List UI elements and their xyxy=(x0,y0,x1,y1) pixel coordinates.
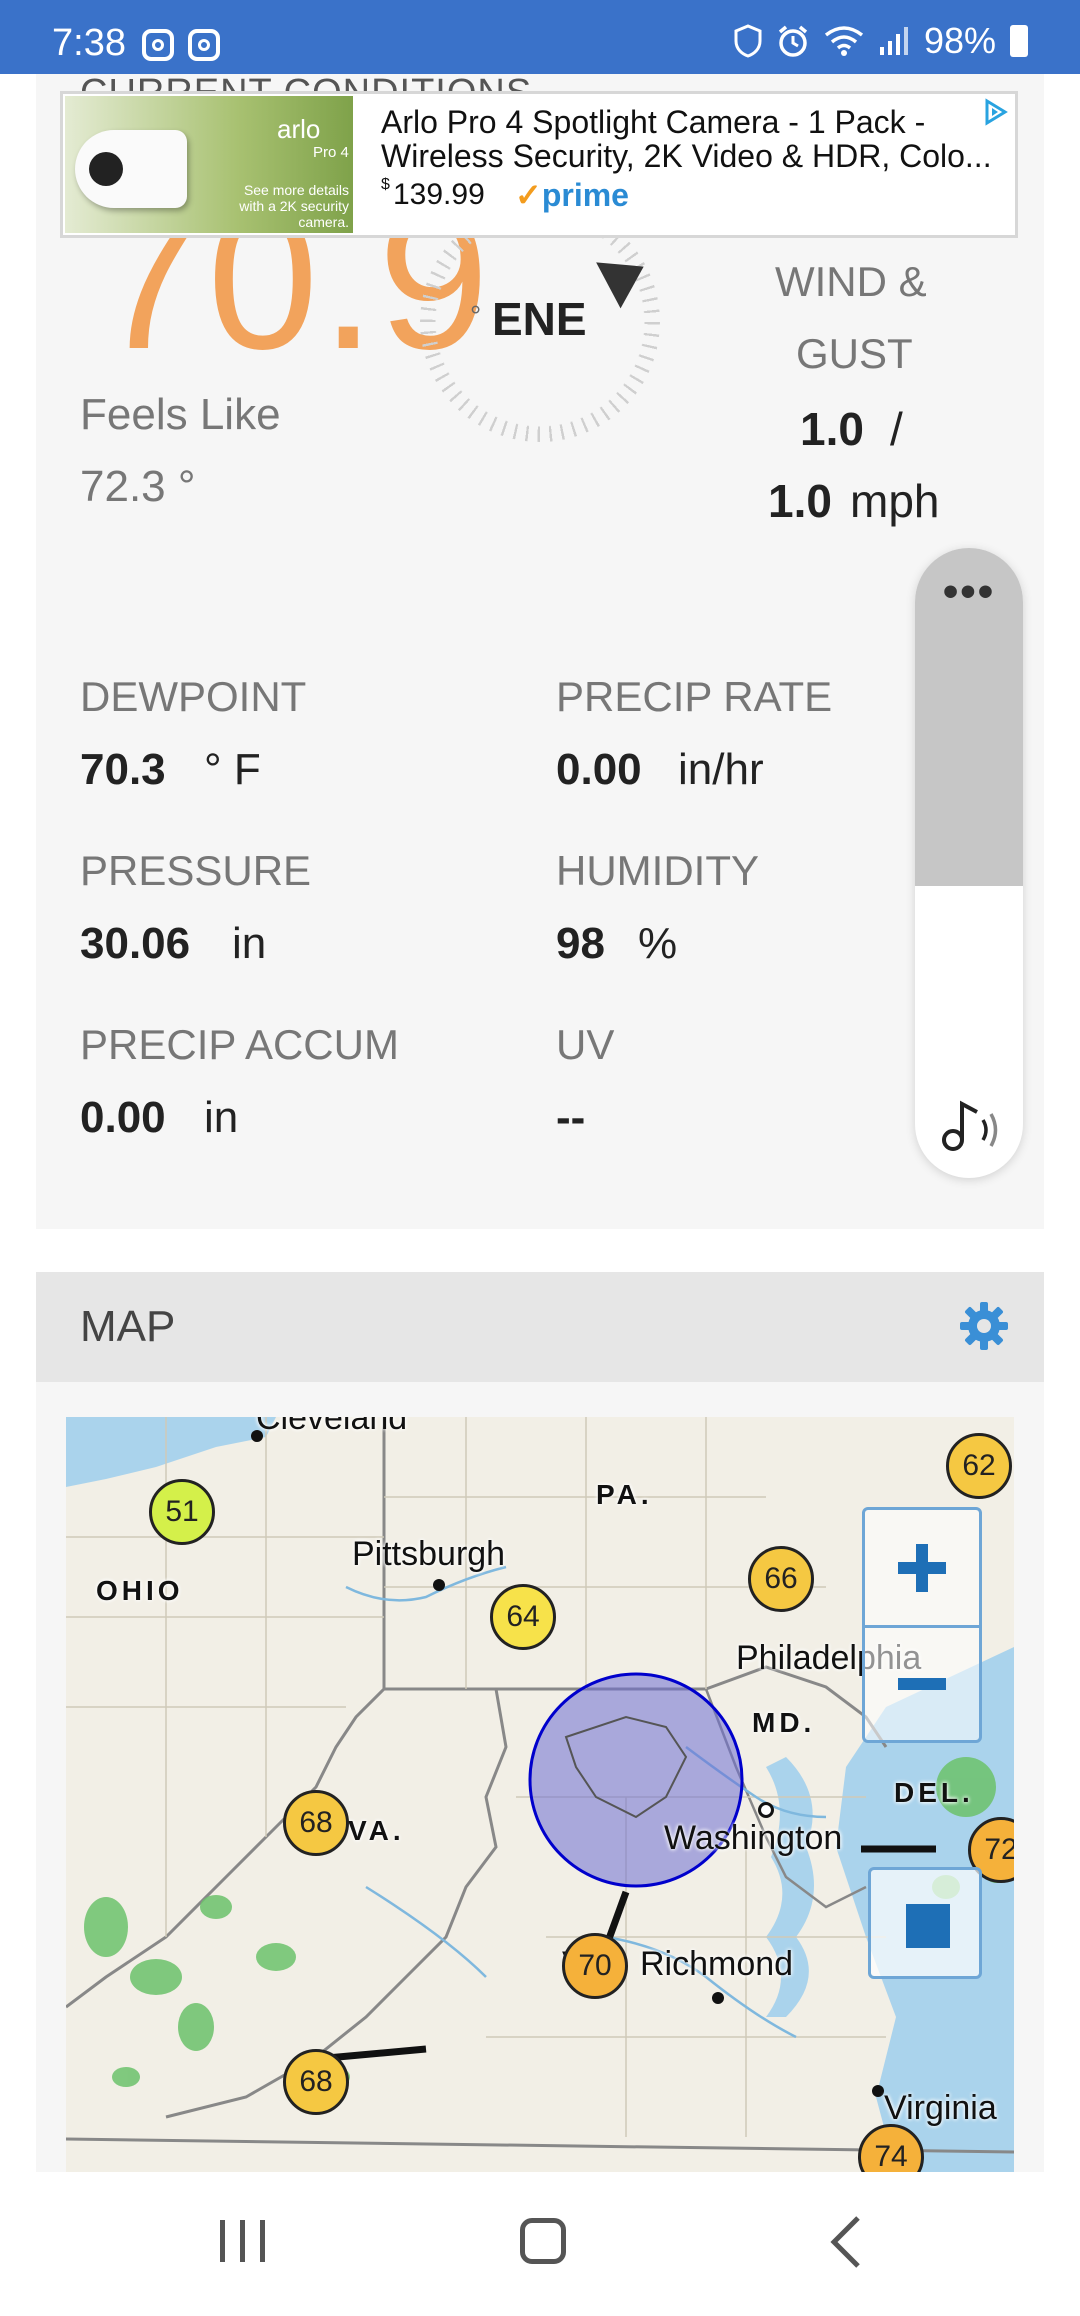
adchoices-icon[interactable] xyxy=(981,98,1009,126)
more-options-icon[interactable]: ••• xyxy=(915,570,1023,614)
status-icons: 98% xyxy=(734,20,1028,62)
ad-price-currency: $ xyxy=(381,176,390,193)
map-label-washington: Washington xyxy=(664,1819,843,1857)
precip-accum-unit: in xyxy=(204,1093,239,1142)
weather-map[interactable]: Cleveland PA. Pittsburgh OHIO Philadelph… xyxy=(66,1417,1014,2172)
weather-app-screen: 7:38 98% CURRENT CONDITIONS 70.9 ° ENE F… xyxy=(0,0,1080,2316)
wind-separator: / xyxy=(890,403,903,455)
zoom-out-button[interactable] xyxy=(865,1628,979,1740)
ad-image-note: See more details with a 2K security came… xyxy=(239,182,349,230)
stop-animation-button[interactable] xyxy=(868,1867,982,1979)
settings-gear-icon[interactable] xyxy=(958,1300,1010,1352)
precip-rate-unit: in/hr xyxy=(678,745,764,794)
map-label-va: VA. xyxy=(348,1815,405,1846)
back-icon[interactable] xyxy=(826,2214,866,2270)
signal-icon xyxy=(879,27,908,55)
humidity-unit: % xyxy=(638,919,678,968)
uv-value: -- xyxy=(556,1093,586,1142)
wind-speed-value: 1.0 xyxy=(800,403,864,455)
humidity-label: HUMIDITY xyxy=(556,847,759,894)
station-marker[interactable]: 68 xyxy=(283,2049,349,2115)
ad-banner[interactable]: arlo Pro 4 See more details with a 2K se… xyxy=(60,91,1018,238)
map-label-md: MD. xyxy=(752,1707,816,1738)
map-label-cleveland: Cleveland xyxy=(256,1417,408,1437)
pressure-label: PRESSURE xyxy=(80,847,312,894)
map-label-pittsburgh: Pittsburgh xyxy=(352,1535,506,1573)
ad-brand-logo: arlo xyxy=(277,114,321,144)
ad-price: 139.99 xyxy=(393,178,485,211)
ad-model-label: Pro 4 xyxy=(313,144,349,161)
ad-title-line2[interactable]: Wireless Security, 2K Video & HDR, Colo.… xyxy=(381,138,992,175)
wind-gust-label: WIND & xyxy=(775,258,927,305)
map-label-virginia: Virginia xyxy=(884,2089,997,2127)
station-marker[interactable]: 62 xyxy=(946,1433,1012,1499)
zoom-in-button[interactable] xyxy=(865,1510,979,1625)
humidity-value: 98 xyxy=(556,919,605,968)
wind-gust-label-2: GUST xyxy=(796,330,913,377)
dewpoint-unit: ° F xyxy=(204,745,261,794)
recent-apps-icon[interactable] xyxy=(218,2218,268,2264)
city-dot xyxy=(712,1992,724,2004)
instagram-icon xyxy=(142,29,174,61)
gust-speed-value: 1.0 xyxy=(768,475,832,527)
station-marker[interactable]: 64 xyxy=(490,1584,556,1650)
uv-label: UV xyxy=(556,1021,615,1068)
city-dot xyxy=(872,2085,884,2097)
wind-direction: ENE xyxy=(492,293,587,345)
ad-product-image[interactable]: arlo Pro 4 See more details with a 2K se… xyxy=(65,96,353,233)
city-dot xyxy=(433,1579,445,1591)
station-marker[interactable]: 51 xyxy=(149,1479,215,1545)
prime-label: prime xyxy=(541,177,629,213)
battery-icon xyxy=(1010,25,1028,57)
map-header xyxy=(36,1272,1044,1382)
zoom-controls xyxy=(862,1507,982,1743)
station-marker[interactable]: 68 xyxy=(283,1790,349,1856)
map-label-del: DEL. xyxy=(894,1777,974,1808)
map-label-pa: PA. xyxy=(596,1479,653,1510)
capital-dot xyxy=(758,1802,774,1818)
wifi-icon xyxy=(824,26,864,56)
camera-image xyxy=(75,130,187,208)
instagram-icon xyxy=(188,29,220,61)
feels-like-label: Feels Like xyxy=(80,390,281,439)
precip-accum-value: 0.00 xyxy=(80,1093,166,1142)
volume-slider[interactable]: ••• xyxy=(915,548,1023,1178)
feels-like-value: 72.3 ° xyxy=(80,462,196,511)
map-label-ohio: OHIO xyxy=(96,1575,184,1606)
prime-badge: ✓prime xyxy=(515,176,629,214)
status-time: 7:38 xyxy=(52,22,126,64)
map-title: MAP xyxy=(80,1302,176,1351)
battery-percent: 98% xyxy=(923,20,996,61)
pressure-value: 30.06 xyxy=(80,919,191,968)
dewpoint-value: 70.3 xyxy=(80,745,166,794)
alarm-icon xyxy=(778,25,808,57)
home-button[interactable] xyxy=(520,2218,566,2264)
pressure-unit: in xyxy=(232,919,267,968)
map-label-richmond: Richmond xyxy=(640,1945,794,1983)
status-bar: 7:38 98% xyxy=(0,0,1080,74)
prime-check-icon: ✓ xyxy=(515,177,542,213)
dewpoint-label: DEWPOINT xyxy=(80,673,307,720)
ad-title-line1[interactable]: Arlo Pro 4 Spotlight Camera - 1 Pack - xyxy=(381,104,925,141)
precip-accum-label: PRECIP ACCUM xyxy=(80,1021,399,1068)
station-marker[interactable]: 70 xyxy=(562,1933,628,1999)
precip-rate-value: 0.00 xyxy=(556,745,642,794)
station-marker[interactable]: 66 xyxy=(748,1546,814,1612)
shield-icon xyxy=(734,24,762,58)
wind-unit: mph xyxy=(850,475,940,527)
compass-degree: ° xyxy=(470,300,482,331)
precip-rate-label: PRECIP RATE xyxy=(556,673,833,720)
music-note-icon[interactable] xyxy=(939,1096,1003,1169)
stop-icon xyxy=(906,1904,950,1948)
